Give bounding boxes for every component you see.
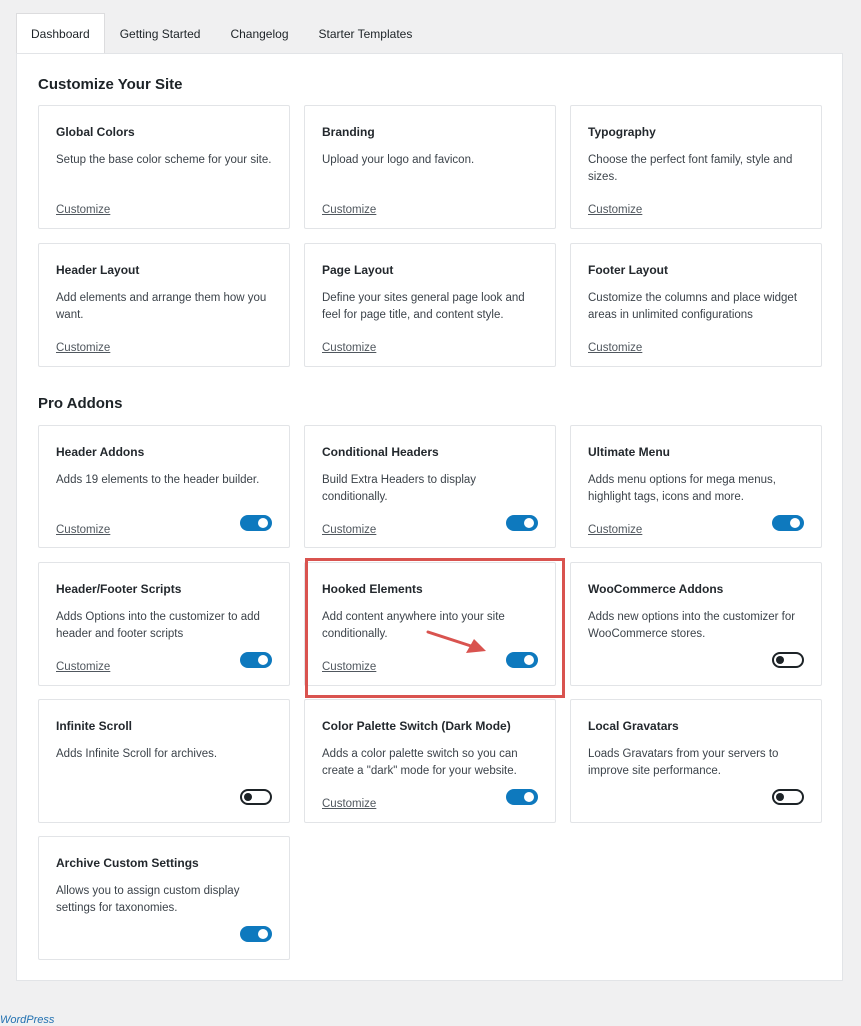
customize-link[interactable]: Customize <box>56 204 110 216</box>
card-title: Hooked Elements <box>322 582 423 596</box>
card-title: Page Layout <box>322 263 394 277</box>
toggle-knob <box>258 929 268 939</box>
card-description: Adds menu options for mega menus, highli… <box>588 474 776 503</box>
tab-dashboard[interactable]: Dashboard <box>16 13 105 54</box>
addon-card-header-addons: Header Addons Adds 19 elements to the hea… <box>38 425 290 548</box>
tab-bar: Dashboard Getting Started Changelog Star… <box>16 13 427 54</box>
customize-link[interactable]: Customize <box>588 204 642 216</box>
card-title: Local Gravatars <box>588 719 679 733</box>
dashboard-panel: Customize Your Site Pro Addons Global Co… <box>16 53 843 981</box>
card-description: Allows you to assign custom display sett… <box>56 885 240 914</box>
card-title: Branding <box>322 125 375 139</box>
toggle-switch[interactable] <box>506 515 538 531</box>
addon-card-hooked-elements: Hooked Elements Add content anywhere into… <box>304 562 556 686</box>
toggle-switch[interactable] <box>772 515 804 531</box>
card-title: Infinite Scroll <box>56 719 133 733</box>
card-description: Setup the base color scheme for your sit… <box>56 154 272 166</box>
toggle-switch[interactable] <box>772 789 804 805</box>
customize-link[interactable]: Customize <box>322 204 376 216</box>
toggle-switch[interactable] <box>506 789 538 805</box>
tab-changelog[interactable]: Changelog <box>215 13 303 53</box>
card-footer-layout: Footer Layout Customize the columns and p… <box>570 243 822 367</box>
addon-card-infinite-scroll: Infinite Scroll Adds Infinite Scroll for … <box>38 699 290 823</box>
toggle-knob <box>790 518 800 528</box>
toggle-switch[interactable] <box>240 515 272 531</box>
addon-card-woocommerce-addons: WooCommerce Addons Adds new options into … <box>570 562 822 686</box>
wordpress-footer-link[interactable]: WordPress <box>0 1014 54 1026</box>
toggle-knob <box>258 655 268 665</box>
tab-getting-started[interactable]: Getting Started <box>105 13 216 53</box>
card-title: Archive Custom Settings <box>56 856 199 870</box>
card-description: Customize the columns and place widget a… <box>588 292 798 321</box>
card-description: Loads Gravatars from your servers to imp… <box>588 748 779 777</box>
card-title: Typography <box>588 125 656 139</box>
toggle-switch[interactable] <box>240 926 272 942</box>
toggle-knob <box>258 518 268 528</box>
toggle-knob <box>524 792 534 802</box>
customize-link[interactable]: Customize <box>588 342 642 354</box>
card-description: Adds 19 elements to the header builder. <box>56 474 260 486</box>
customize-link[interactable]: Customize <box>322 342 376 354</box>
card-description: Choose the perfect font family, style an… <box>588 154 793 183</box>
toggle-knob <box>776 793 784 801</box>
card-typography: Typography Choose the perfect font family… <box>570 105 822 229</box>
toggle-knob <box>524 518 534 528</box>
card-description: Add content anywhere into your site cond… <box>322 611 505 640</box>
toggle-knob <box>776 656 784 664</box>
toggle-knob <box>524 655 534 665</box>
card-header-layout: Header Layout Add elements and arrange th… <box>38 243 290 367</box>
customize-link[interactable]: Customize <box>322 524 376 536</box>
card-title: Header Addons <box>56 445 145 459</box>
customize-link[interactable]: Customize <box>588 524 642 536</box>
card-title: Global Colors <box>56 125 135 139</box>
toggle-switch[interactable] <box>240 789 272 805</box>
customize-link[interactable]: Customize <box>56 342 110 354</box>
card-global-colors: Global Colors Setup the base color scheme… <box>38 105 290 229</box>
customize-section-title: Customize Your Site <box>38 76 183 93</box>
card-title: Header/Footer Scripts <box>56 582 182 596</box>
pro-addons-section-title: Pro Addons <box>38 395 123 412</box>
addon-card-ultimate-menu: Ultimate Menu Adds menu options for mega … <box>570 425 822 548</box>
card-title: Conditional Headers <box>322 445 439 459</box>
toggle-switch[interactable] <box>506 652 538 668</box>
card-title: Footer Layout <box>588 263 668 277</box>
card-title: Ultimate Menu <box>588 445 671 459</box>
addon-card-header-footer-scripts: Header/Footer Scripts Adds Options into t… <box>38 562 290 686</box>
card-description: Upload your logo and favicon. <box>322 154 475 166</box>
toggle-switch[interactable] <box>240 652 272 668</box>
card-description: Adds Infinite Scroll for archives. <box>56 748 218 760</box>
toggle-knob <box>244 793 252 801</box>
customize-link[interactable]: Customize <box>322 661 376 673</box>
card-title: Header Layout <box>56 263 140 277</box>
addon-card-conditional-headers: Conditional Headers Build Extra Headers t… <box>304 425 556 548</box>
addon-card-color-palette-switch-dark-mode: Color Palette Switch (Dark Mode) Adds a c… <box>304 699 556 823</box>
customize-link[interactable]: Customize <box>322 798 376 810</box>
card-title: Color Palette Switch (Dark Mode) <box>322 719 511 733</box>
card-description: Build Extra Headers to display condition… <box>322 474 477 503</box>
customize-link[interactable]: Customize <box>56 524 110 536</box>
card-description: Add elements and arrange them how you wa… <box>56 292 267 321</box>
card-description: Define your sites general page look and … <box>322 292 525 321</box>
card-description: Adds a color palette switch so you can c… <box>322 748 518 777</box>
card-description: Adds Options into the customizer to add … <box>56 611 260 640</box>
card-description: Adds new options into the customizer for… <box>588 611 796 640</box>
toggle-switch[interactable] <box>772 652 804 668</box>
card-branding: Branding Upload your logo and favicon. Cus… <box>304 105 556 229</box>
addon-card-local-gravatars: Local Gravatars Loads Gravatars from your… <box>570 699 822 823</box>
addon-card-archive-custom-settings: Archive Custom Settings Allows you to ass… <box>38 836 290 960</box>
card-page-layout: Page Layout Define your sites general pag… <box>304 243 556 367</box>
tab-starter-templates[interactable]: Starter Templates <box>304 13 428 53</box>
customize-link[interactable]: Customize <box>56 661 110 673</box>
card-title: WooCommerce Addons <box>588 582 724 596</box>
